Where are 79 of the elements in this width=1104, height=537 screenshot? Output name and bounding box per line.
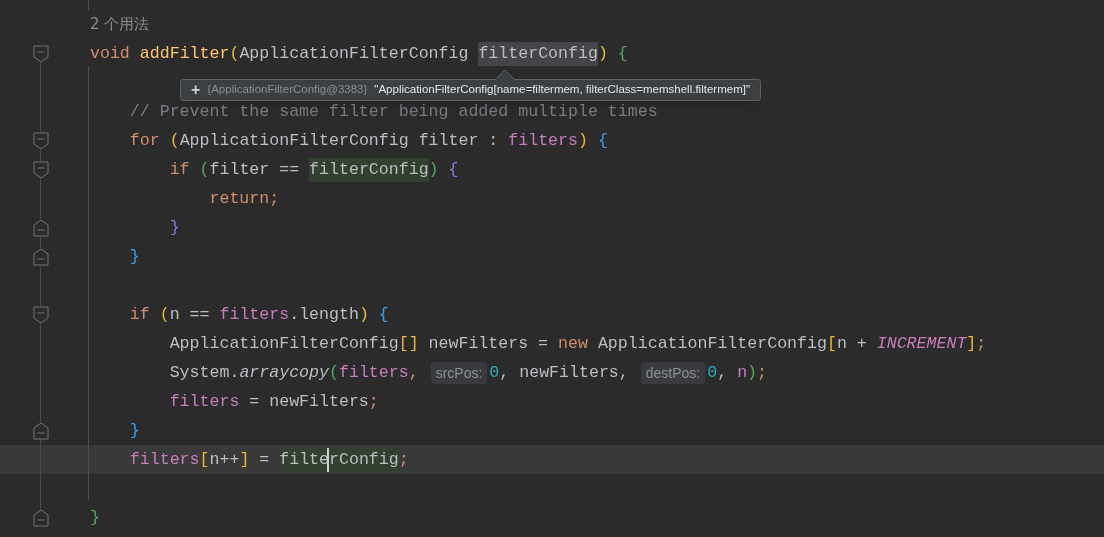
code-keyword: , [408, 361, 419, 384]
bracket: ) [578, 129, 588, 152]
bracket: } [168, 216, 180, 239]
expand-button[interactable]: + [191, 82, 201, 98]
static-method: arraycopy [239, 361, 329, 384]
bracket: [ [826, 332, 837, 355]
code-text: n == [169, 303, 211, 326]
code-keyword: ; [368, 390, 379, 413]
fold-icon[interactable] [33, 44, 49, 63]
highlighted-usage: filte [279, 447, 330, 472]
bracket: ( [229, 42, 240, 65]
code-text: filter == [209, 158, 301, 181]
code-text: .length [289, 303, 359, 326]
code-text: System. [168, 361, 240, 384]
field-name: n [737, 361, 748, 384]
bracket: { [447, 158, 459, 181]
code-comment: // Prevent the same filter being added multiple times [128, 100, 658, 123]
bracket: ( [159, 303, 170, 326]
code-text: = [258, 448, 271, 471]
field-name: filters [338, 361, 409, 384]
usages-hint[interactable]: 2 个用法 [90, 13, 150, 36]
highlighted-usage: rConfig [329, 447, 399, 472]
bracket: ) [428, 158, 439, 181]
bracket: ] [966, 332, 977, 355]
method-name: addFilter [139, 42, 230, 65]
number-literal: 0 [707, 361, 718, 384]
code-text: n + [836, 332, 868, 355]
constant-name: INCREMENT [876, 332, 967, 355]
code-text: ApplicationFilterConfig [168, 332, 399, 355]
field-name: filters [128, 448, 200, 471]
bracket: } [128, 419, 140, 442]
code-text: = newFilters [248, 390, 369, 413]
bracket: ( [169, 129, 180, 152]
fold-icon[interactable] [33, 508, 49, 527]
bracket: ) [358, 303, 369, 326]
bracket: [ [199, 448, 210, 471]
bracket: { [377, 303, 389, 326]
code-text: newFilters = [427, 332, 550, 355]
code-text: ApplicationFilterConfig [239, 42, 470, 65]
bracket: ] [239, 448, 250, 471]
fold-icon[interactable] [33, 247, 49, 266]
code-keyword: for [128, 129, 161, 152]
code-keyword: if [168, 158, 191, 181]
bracket: } [128, 245, 140, 268]
code-keyword: void [90, 42, 131, 65]
bracket: ( [329, 361, 339, 384]
number-literal: 0 [489, 361, 500, 384]
code-keyword: ; [398, 448, 409, 471]
bracket: ( [199, 158, 210, 181]
field-name: filters [508, 129, 578, 152]
bracket: { [596, 129, 608, 152]
code-text: ApplicationFilterConfig filter : [179, 129, 500, 152]
field-name: filters [168, 390, 240, 413]
code-text: , [717, 361, 729, 384]
bracket: [] [398, 332, 419, 355]
object-reference: {ApplicationFilterConfig@3383} [207, 82, 368, 98]
fold-icon[interactable] [33, 160, 49, 179]
parameter-hint: srcPos: [430, 361, 488, 384]
fold-icon[interactable] [33, 218, 49, 237]
code-keyword: new [558, 332, 589, 355]
fold-icon[interactable] [33, 421, 49, 440]
code-keyword: ; [757, 361, 768, 384]
bracket: ) [597, 42, 608, 65]
code-keyword: if [128, 303, 151, 326]
bracket: } [90, 506, 100, 529]
fold-icon[interactable] [33, 305, 49, 324]
bracket: { [616, 42, 628, 65]
parameter-hint: destPos: [640, 361, 706, 384]
code-text: , newFilters, [499, 361, 629, 384]
fold-icon[interactable] [33, 131, 49, 150]
object-value: "ApplicationFilterConfig[name=filtermem, filterClass=memshell.filtermem]" [374, 82, 750, 98]
code-text: n++ [209, 448, 240, 471]
code-text: ApplicationFilterConfig [597, 332, 827, 355]
highlighted-usage: filterConfig [309, 157, 429, 182]
hovered-identifier: filterConfig [478, 41, 598, 66]
code-keyword: return; [208, 187, 280, 210]
bracket: ) [747, 361, 758, 384]
code-keyword: ; [976, 332, 987, 355]
field-name: filters [219, 303, 290, 326]
